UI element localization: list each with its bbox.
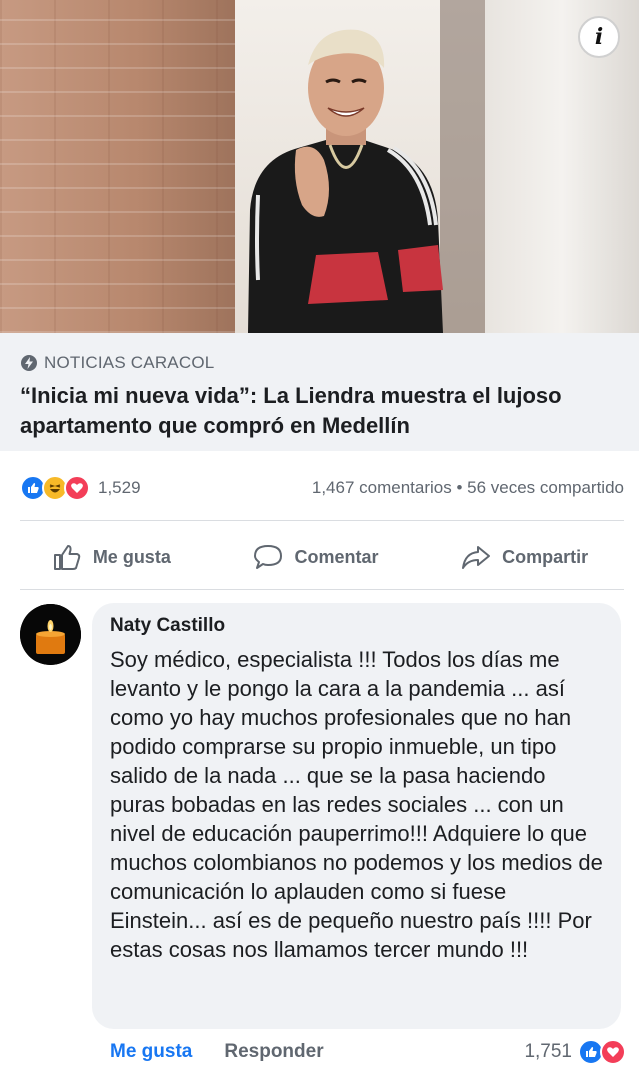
reaction-summary[interactable]: 1,529	[20, 475, 141, 501]
comments-shares-count[interactable]: 1,467 comentarios • 56 veces compartido	[312, 478, 624, 498]
wall-background	[485, 0, 639, 333]
person-photo	[248, 29, 443, 333]
comment-reply-link[interactable]: Responder	[224, 1041, 323, 1063]
info-icon[interactable]: i	[578, 16, 620, 58]
candle-avatar-image	[20, 604, 81, 665]
thumbs-up-icon	[53, 545, 81, 570]
speech-bubble-icon	[254, 545, 283, 569]
verified-source-icon	[21, 355, 37, 371]
brick-wall-background	[0, 0, 235, 333]
comment-bubble: Naty Castillo Soy médico, especialista !…	[92, 603, 621, 1029]
love-reaction-icon	[600, 1039, 626, 1065]
source-name: NOTICIAS CARACOL	[44, 353, 215, 372]
post-actions: Me gusta Comentar Compartir	[0, 531, 639, 583]
like-button[interactable]: Me gusta	[51, 541, 171, 573]
article-headline[interactable]: “Inicia mi nueva vida”: La Liendra muest…	[20, 381, 619, 441]
comment-author[interactable]: Naty Castillo	[110, 615, 603, 637]
avatar[interactable]	[20, 604, 81, 665]
comment-footer: Me gusta Responder 1,751	[110, 1036, 626, 1068]
comment-reactions[interactable]: 1,751	[524, 1039, 626, 1065]
like-button-label: Me gusta	[92, 546, 171, 567]
comment-like-link[interactable]: Me gusta	[110, 1041, 192, 1063]
article-image[interactable]: i	[0, 0, 639, 333]
love-reaction-icon	[64, 475, 90, 501]
divider-bottom	[20, 589, 624, 590]
comment-button-label: Comentar	[294, 546, 379, 567]
comment-reaction-count: 1,751	[524, 1041, 572, 1062]
share-button-label: Compartir	[502, 546, 589, 567]
comment-text: Soy médico, especialista !!! Todos los d…	[110, 647, 603, 962]
post-stats: 1,529 1,467 comentarios • 56 veces compa…	[20, 470, 624, 506]
share-button[interactable]: Compartir	[460, 541, 588, 573]
divider-top	[20, 520, 624, 521]
reaction-count: 1,529	[98, 478, 141, 497]
link-preview[interactable]: NOTICIAS CARACOL “Inicia mi nueva vida”:…	[0, 333, 639, 451]
link-source: NOTICIAS CARACOL	[20, 353, 619, 373]
share-arrow-icon	[462, 546, 491, 569]
comment-button[interactable]: Comentar	[252, 541, 378, 573]
